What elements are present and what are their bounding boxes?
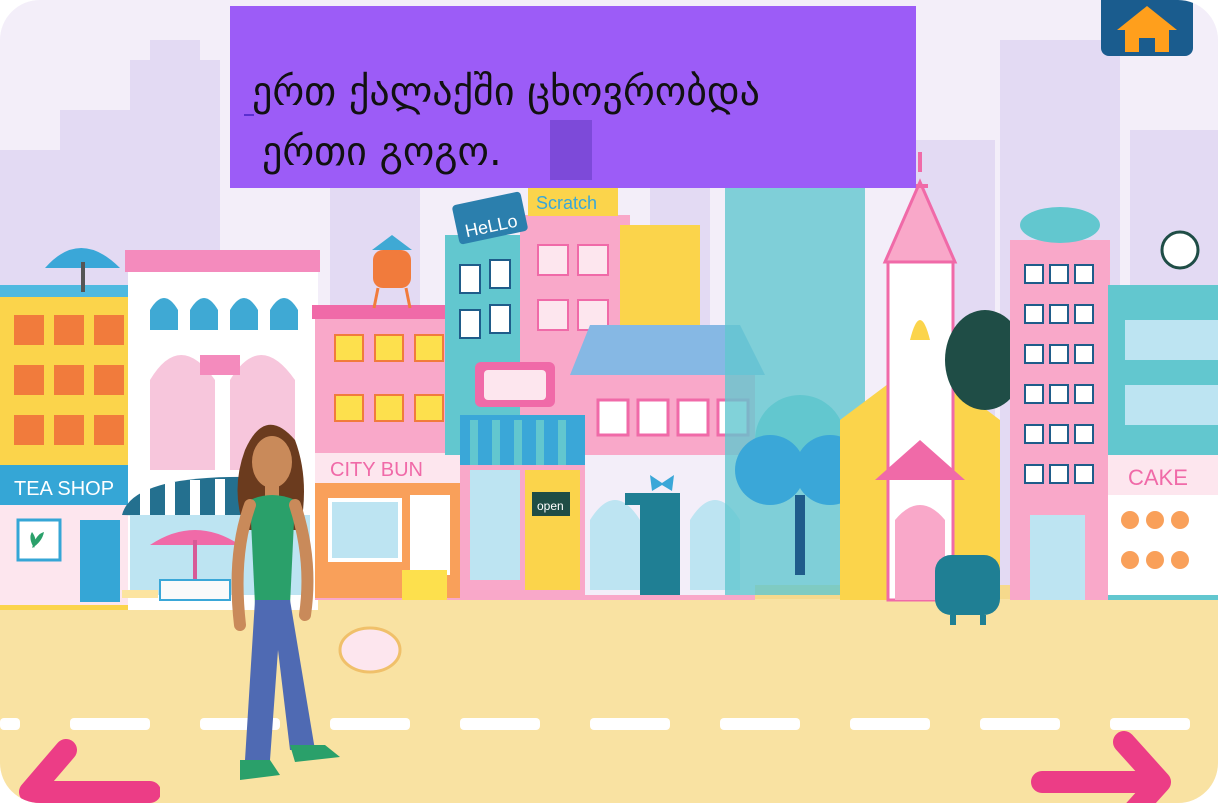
open-sign: open bbox=[537, 499, 564, 513]
previous-page-button[interactable] bbox=[0, 730, 161, 803]
scratch-sign: Scratch bbox=[536, 193, 597, 213]
manhole bbox=[338, 626, 402, 674]
arrow-right-icon bbox=[1031, 731, 1171, 803]
arrow-left-icon bbox=[19, 739, 161, 803]
text-caret bbox=[244, 114, 254, 116]
story-stage: TEA SHOP CITY BUN HeLLo Scratch open CAK… bbox=[0, 0, 1218, 803]
home-button[interactable] bbox=[1101, 0, 1193, 56]
cake-sign: CAKE bbox=[1128, 465, 1188, 490]
city-bun-sign: CITY BUN bbox=[330, 459, 423, 481]
story-caption-box: ერთ ქალაქში ცხოვრობდა ერთი გოგო. bbox=[230, 6, 916, 188]
next-page-button[interactable] bbox=[1030, 720, 1190, 803]
open-shop: open bbox=[460, 415, 590, 600]
cake-shop: CAKE bbox=[1108, 230, 1218, 600]
caption-line-1: ერთ ქალაქში ცხოვრობდა bbox=[252, 69, 760, 115]
tea-shop-building: TEA SHOP bbox=[0, 248, 138, 610]
text-selection-highlight bbox=[550, 120, 592, 180]
pink-tower bbox=[1010, 207, 1110, 600]
tea-shop-sign: TEA SHOP bbox=[14, 478, 114, 500]
home-icon bbox=[1117, 6, 1177, 52]
